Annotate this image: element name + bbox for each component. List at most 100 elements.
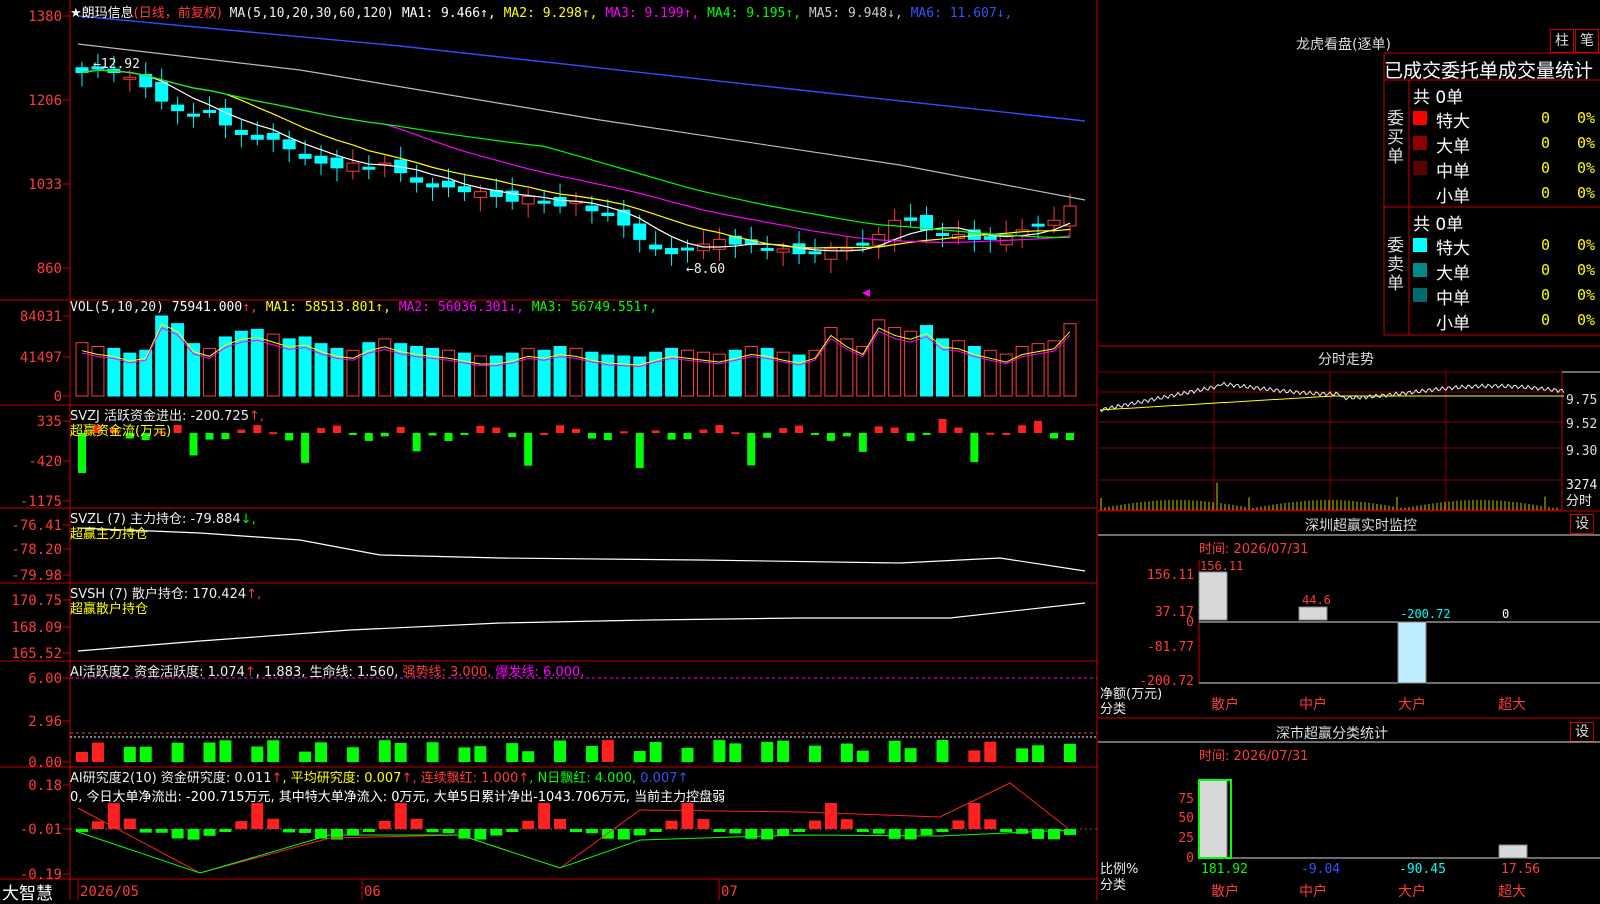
sell-side-row-name: 中单 <box>1436 289 1470 309</box>
intraday-y-tick: 分时 <box>1566 494 1592 509</box>
period-note: (日线，前复权) <box>133 6 222 21</box>
activity-bar <box>76 752 88 762</box>
classify-title: 深市超赢分类统计 <box>1276 726 1388 742</box>
classify-time: 时间: 2026/07/31 <box>1199 749 1309 764</box>
fund-flow-bar <box>78 433 86 473</box>
research-bar <box>697 819 710 829</box>
vol-bar <box>665 347 679 397</box>
avg-research: , 平均研究度: 0.007 <box>282 771 402 786</box>
classify-value: -90.45 <box>1399 862 1446 877</box>
monitor-time: 时间: 2026/07/31 <box>1199 542 1309 557</box>
classify-x-label: 分类 <box>1100 878 1127 893</box>
ma-values: MA1: 9.466↑, MA2: 9.298↑, MA3: 9.199↑, M… <box>402 6 1013 21</box>
activity-bar <box>554 740 567 762</box>
monitor-bar-large <box>1397 621 1427 684</box>
fund-flow-bar <box>795 425 804 433</box>
research-bar <box>649 829 662 832</box>
classify-y-tick: 50 <box>1178 811 1194 826</box>
candle <box>314 155 328 164</box>
monitor-settings-button[interactable]: 设 <box>1570 514 1594 534</box>
fund-flow-bar <box>444 433 453 441</box>
activity-bar <box>203 742 216 762</box>
tick-mode-button[interactable]: 笔 <box>1575 29 1599 53</box>
activity-bar <box>506 743 519 762</box>
research-bar <box>617 829 630 840</box>
activity-bar <box>315 742 328 762</box>
intraday-title: 分时走势 <box>1318 352 1374 368</box>
ai-activity-values: , 1.883, 生命线: 1.560, <box>255 665 399 680</box>
research-bar <box>378 820 391 829</box>
candle <box>760 247 774 251</box>
activity-bar <box>458 747 471 762</box>
svzj-tick: -1175 <box>20 494 62 510</box>
svsh-tick: 170.75 <box>11 593 62 609</box>
sell-side-row-pct: 0% <box>1577 236 1596 254</box>
activity-bar <box>91 742 104 762</box>
intraday-y-tick: 3274 <box>1566 478 1597 493</box>
research-bar <box>633 829 646 836</box>
candle <box>234 129 248 135</box>
ma-value-2: MA2: 9.298↑, <box>495 6 598 21</box>
research-bar <box>426 829 439 833</box>
candle <box>187 113 201 117</box>
fund-flow-bar <box>556 425 565 433</box>
fund-flow-bar <box>221 433 230 440</box>
sell-side-swatch <box>1413 263 1427 277</box>
bar-mode-button[interactable]: 柱 <box>1550 29 1574 53</box>
price-tick: 1033 <box>28 177 62 193</box>
retail-position-line <box>77 602 1086 652</box>
classify-settings-button[interactable]: 设 <box>1570 722 1594 742</box>
fund-flow-bar <box>779 428 788 433</box>
svzj-subtitle: 超赢资金流(万元) <box>70 424 172 439</box>
fund-flow-bar <box>364 433 373 441</box>
svsh-subtitle: 超赢散户持仓 <box>70 602 149 617</box>
candle <box>537 200 551 204</box>
fund-flow-bar <box>635 433 644 469</box>
sell-side-row-pct: 0% <box>1577 261 1596 279</box>
streak-red: , 连续飘红: 1.000 <box>412 771 519 786</box>
intraday-avg-line <box>1099 395 1564 411</box>
sell-side-row-pct: 0% <box>1577 286 1596 304</box>
monitor-category: 散户 <box>1211 696 1239 713</box>
ai-research-comment: 0, 今日大单净流出: -200.715万元, 其中特大单净流入: 0万元, 大… <box>70 790 726 805</box>
fund-flow-bar <box>651 430 660 433</box>
candle <box>712 238 726 250</box>
research-avg-line-green <box>77 829 1071 874</box>
ai-act-tick: 2.96 <box>28 714 62 730</box>
candle <box>1031 223 1045 227</box>
candle <box>250 134 264 140</box>
vol-bar <box>250 328 264 397</box>
candle <box>1047 219 1061 226</box>
activity-bar <box>123 746 136 762</box>
research-bar <box>506 829 519 832</box>
vol-bar <box>282 338 296 397</box>
candle <box>298 153 312 159</box>
classify-category: 散户 <box>1211 883 1239 900</box>
vol-ma-value-1: MA1: 58513.801↑, <box>265 300 391 315</box>
research-tail: 0.007 <box>640 771 678 786</box>
research-bar <box>490 829 503 836</box>
fund-flow-bar <box>715 425 724 433</box>
vol-bar <box>473 355 487 397</box>
fund-flow-bar <box>380 433 389 437</box>
activity-bar <box>601 740 614 762</box>
price-tick: 1380 <box>28 9 62 25</box>
fund-flow-bar <box>492 427 501 433</box>
buy-side-row-value: 0 <box>1541 134 1551 152</box>
activity-bar <box>219 740 232 762</box>
candle <box>633 223 647 240</box>
buy-side-row-value: 0 <box>1541 109 1551 127</box>
stock-chart-area[interactable]: 1380 1206 1033 860 84031 41497 0 335 -420 -1175 -7… <box>0 0 1098 900</box>
ma-value-3: MA3: 9.199↑, <box>597 6 700 21</box>
fund-flow-bar <box>508 433 517 438</box>
research-bar <box>840 819 853 829</box>
research-bar <box>585 829 598 834</box>
classify-bar-super <box>1498 844 1528 859</box>
candle <box>330 157 344 169</box>
activity-bar <box>761 741 774 762</box>
research-bar <box>920 829 933 836</box>
fund-flow-bar <box>938 419 947 433</box>
classify-bar-outline <box>1198 779 1232 859</box>
sell-side-row-value: 0 <box>1541 236 1551 254</box>
fund-flow-bar <box>317 428 326 433</box>
